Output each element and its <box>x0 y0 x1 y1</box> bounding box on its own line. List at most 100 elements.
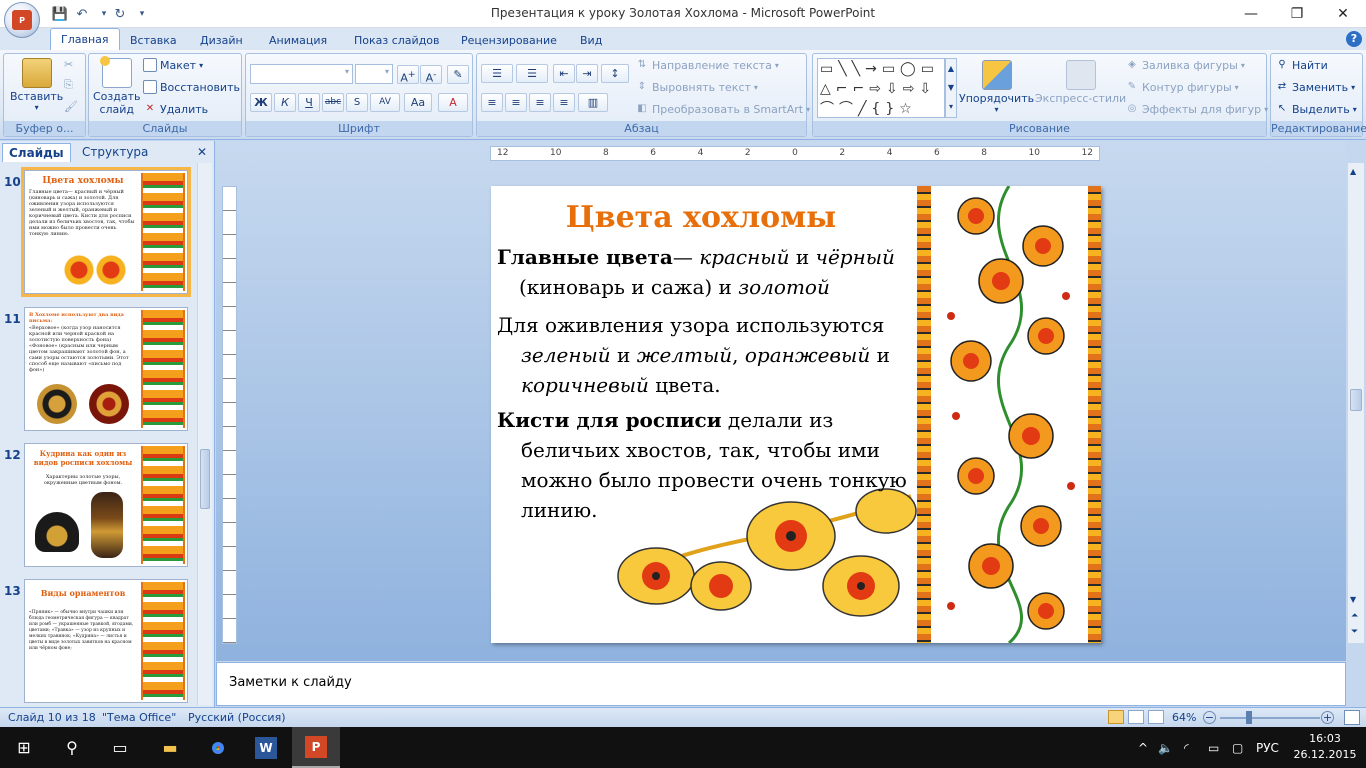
slide-paragraph-2[interactable]: Для оживления узора используются зеленый… <box>497 310 907 400</box>
tab-view[interactable]: Вид <box>570 31 612 50</box>
maximize-button[interactable]: ❐ <box>1274 0 1320 28</box>
clock[interactable]: 16:03 26.12.2015 <box>1292 731 1358 763</box>
quick-styles-button[interactable]: Экспресс-стили <box>1035 60 1126 105</box>
slide-paragraph-3[interactable]: Кисти для росписи делали из беличьих хво… <box>497 405 907 525</box>
reset-button[interactable]: Восстановить <box>143 80 240 94</box>
italic-button[interactable]: К <box>274 93 296 112</box>
decrease-indent-button[interactable]: ⇤ <box>553 64 575 83</box>
language-indicator[interactable]: Русский (Россия) <box>188 711 286 724</box>
scroll-thumb[interactable] <box>200 449 210 509</box>
slideshow-icon[interactable] <box>1148 710 1164 724</box>
delete-slide-button[interactable]: ✕ Удалить <box>143 102 208 116</box>
grow-font-button[interactable]: A+ <box>397 65 419 85</box>
zoom-level[interactable]: 64% <box>1172 711 1196 724</box>
select-button[interactable]: ↖ Выделить ▾ <box>1275 102 1357 116</box>
find-button[interactable]: ⚲ Найти <box>1275 58 1327 72</box>
chrome-icon[interactable] <box>194 727 242 768</box>
close-panel-icon[interactable]: ✕ <box>197 145 207 159</box>
clear-format-button[interactable]: ✎ <box>447 65 469 84</box>
bullets-button[interactable]: ☰ <box>481 64 513 83</box>
slide-thumbnail-11[interactable]: В Хохломе используют два вида письма: «В… <box>24 307 188 431</box>
font-name-box[interactable]: ▾ <box>250 64 353 84</box>
zoom-slider[interactable] <box>1220 717 1320 719</box>
cut-icon[interactable]: ✂ <box>64 58 73 71</box>
theme-name[interactable]: "Тема Office" <box>102 711 176 724</box>
align-text-button[interactable]: ⇕ Выровнять текст ▾ <box>635 80 758 94</box>
zoom-slider-handle[interactable] <box>1246 711 1252 724</box>
align-left-button[interactable]: ≡ <box>481 93 503 112</box>
underline-button[interactable]: Ч <box>298 93 320 112</box>
shadow-button[interactable]: S <box>346 93 368 112</box>
scroll-thumb[interactable] <box>1350 389 1362 411</box>
change-case-button[interactable]: Aa <box>404 93 432 112</box>
increase-indent-button[interactable]: ⇥ <box>576 64 598 83</box>
next-slide-icon[interactable]: ⏷ <box>1351 627 1358 637</box>
shape-effects-button[interactable]: ◎ Эффекты для фигур ▾ <box>1125 102 1268 116</box>
fit-to-window-icon[interactable] <box>1344 710 1360 725</box>
shapes-gallery-scroll[interactable]: ▲ ▼ ▾ <box>945 58 957 118</box>
shapes-gallery[interactable]: ▭╲╲→▭◯▭ △⌐⌐⇨⇩⇨⇩ ⌒⌒╱{}☆ <box>817 58 945 118</box>
format-painter-icon[interactable]: 🖌 <box>64 100 78 113</box>
search-icon[interactable]: ⚲ <box>48 727 96 768</box>
battery-icon[interactable]: ▭ <box>1208 727 1219 768</box>
tab-design[interactable]: Дизайн <box>190 31 253 50</box>
scroll-up-icon[interactable]: ▲ <box>1350 167 1356 176</box>
slide-thumbnail-10[interactable]: Цвета хохломы Главные цвета— красный и ч… <box>21 167 191 297</box>
shrink-font-button[interactable]: A- <box>420 65 442 85</box>
notifications-icon[interactable]: ▢ <box>1232 727 1243 768</box>
slide-canvas[interactable]: Цвета хохломы Главные цвета— красный и ч… <box>491 186 1101 643</box>
task-view-icon[interactable]: ▭ <box>96 727 144 768</box>
tab-insert[interactable]: Вставка <box>120 31 187 50</box>
font-color-button[interactable]: A <box>438 93 468 112</box>
network-icon[interactable]: ◜ <box>1184 727 1189 768</box>
slide-sorter-icon[interactable] <box>1128 710 1144 724</box>
slides-panel-scrollbar[interactable] <box>197 163 212 705</box>
zoom-out-icon[interactable]: − <box>1203 711 1216 724</box>
word-icon[interactable]: W <box>242 727 290 768</box>
tab-outline[interactable]: Структура <box>76 143 154 162</box>
columns-button[interactable]: ▥ <box>578 93 608 112</box>
file-explorer-icon[interactable]: ▬ <box>146 727 194 768</box>
shape-fill-button[interactable]: ◈ Заливка фигуры ▾ <box>1125 58 1245 72</box>
volume-icon[interactable]: 🔈 <box>1158 727 1173 768</box>
tab-review[interactable]: Рецензирование <box>451 31 567 50</box>
office-button[interactable]: P <box>4 2 40 38</box>
shape-outline-button[interactable]: ✎ Контур фигуры ▾ <box>1125 80 1239 94</box>
tab-home[interactable]: Главная <box>50 28 120 51</box>
windows-start-icon[interactable]: ⊞ <box>0 727 48 768</box>
tab-slides[interactable]: Слайды <box>2 143 71 162</box>
tab-animation[interactable]: Анимация <box>259 31 337 50</box>
line-spacing-button[interactable]: ↕ <box>601 64 629 83</box>
show-hidden-icons[interactable]: ^ <box>1138 727 1148 768</box>
numbering-button[interactable]: ☰ <box>516 64 548 83</box>
powerpoint-taskbar-icon[interactable]: P <box>292 727 340 768</box>
bold-button[interactable]: Ж <box>250 93 272 112</box>
strikethrough-button[interactable]: abc <box>322 93 344 112</box>
align-center-button[interactable]: ≡ <box>505 93 527 112</box>
input-language[interactable]: РУС <box>1256 727 1279 768</box>
slide-title[interactable]: Цвета хохломы <box>491 200 911 235</box>
slide-paragraph-1[interactable]: Главные цвета— красный и чёрный (киновар… <box>497 242 907 302</box>
editor-scrollbar[interactable]: ▲ ▼ ⏶ ⏷ <box>1347 163 1364 643</box>
zoom-in-icon[interactable]: + <box>1321 711 1334 724</box>
justify-button[interactable]: ≡ <box>553 93 575 112</box>
notes-pane[interactable]: Заметки к слайду <box>216 662 1346 706</box>
smartart-button[interactable]: ◧ Преобразовать в SmartArt ▾ <box>635 102 810 116</box>
normal-view-icon[interactable] <box>1108 710 1124 724</box>
paste-button[interactable]: Вставить ▾ <box>10 58 63 112</box>
previous-slide-icon[interactable]: ⏶ <box>1351 611 1358 621</box>
copy-icon[interactable]: ⎘ <box>64 78 73 92</box>
slide-thumbnail-12[interactable]: Кудрина как один из видов росписи хохлом… <box>24 443 188 567</box>
slide-thumbnail-13[interactable]: Виды орнаментов «Пряник» — обычно внутри… <box>24 579 188 703</box>
help-icon[interactable]: ? <box>1346 31 1362 47</box>
scroll-down-icon[interactable]: ▼ <box>1350 595 1356 604</box>
text-direction-button[interactable]: ⇅ Направление текста ▾ <box>635 58 779 72</box>
close-button[interactable]: ✕ <box>1320 0 1366 28</box>
align-right-button[interactable]: ≡ <box>529 93 551 112</box>
replace-button[interactable]: ⇄ Заменить ▾ <box>1275 80 1355 94</box>
arrange-button[interactable]: Упорядочить ▾ <box>959 60 1034 114</box>
new-slide-button[interactable]: Создать слайд <box>93 56 141 116</box>
tab-slideshow[interactable]: Показ слайдов <box>344 31 450 50</box>
minimize-button[interactable]: — <box>1228 0 1274 28</box>
char-spacing-button[interactable]: AV <box>370 93 400 112</box>
